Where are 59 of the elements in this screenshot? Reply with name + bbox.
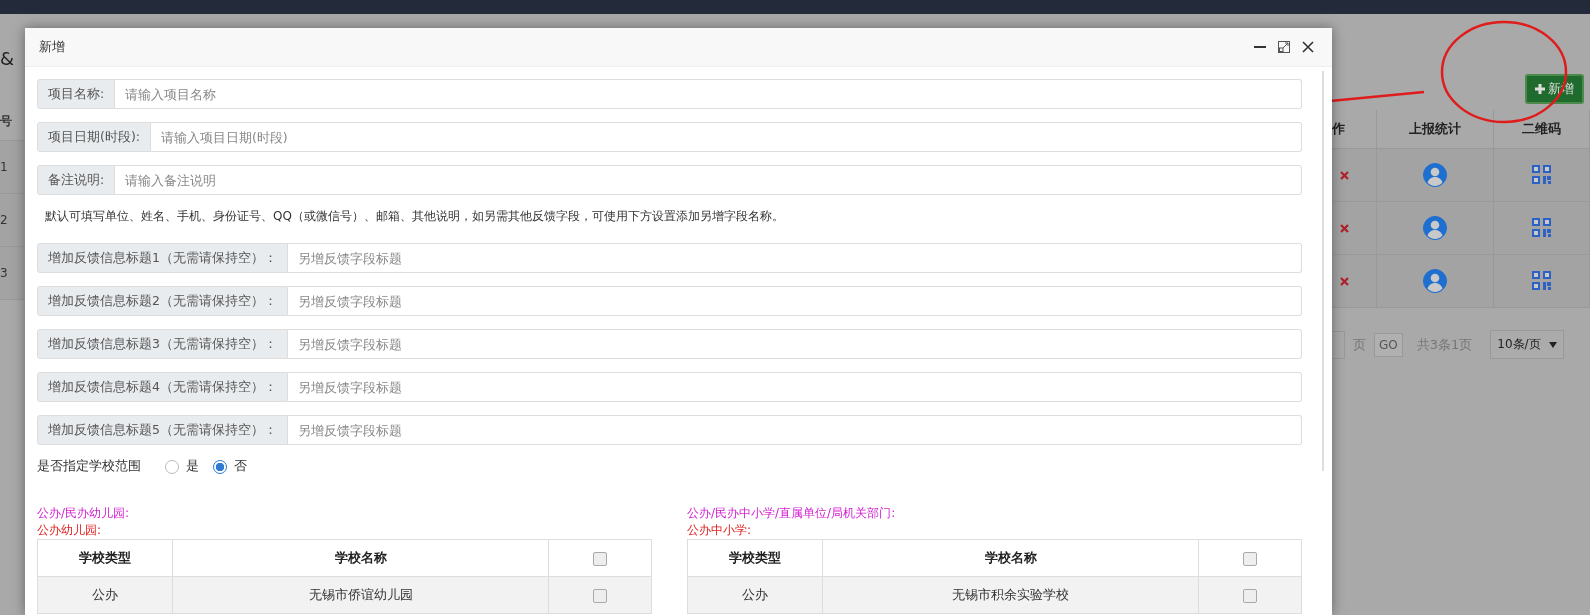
table-header-cell: 学校名称 bbox=[172, 539, 549, 577]
dialog-title: 新增 bbox=[39, 38, 65, 56]
school-subcategory-label: 公办幼儿园: bbox=[37, 522, 103, 539]
table-cell: 2 bbox=[0, 194, 24, 247]
select-all-checkbox[interactable] bbox=[593, 551, 607, 566]
qr-code-icon[interactable] bbox=[1531, 271, 1552, 291]
input-field[interactable]: 另增反馈字段标题 bbox=[287, 243, 1302, 273]
table-header-cell: 上报统计 bbox=[1377, 110, 1494, 148]
delete-icon[interactable] bbox=[1340, 223, 1349, 233]
table-header-cell: 学校类型 bbox=[687, 539, 823, 577]
field-label: 增加反馈信息标题5（无需请保持空）： bbox=[37, 415, 288, 445]
table-cell: 3 bbox=[0, 247, 24, 300]
select-all-checkbox[interactable] bbox=[1243, 551, 1257, 566]
radio-option[interactable]: 是 bbox=[165, 458, 199, 475]
field-label: 项目日期(时段): bbox=[37, 122, 151, 152]
field-label: 增加反馈信息标题2（无需请保持空）： bbox=[37, 286, 288, 316]
input-field[interactable]: 另增反馈字段标题 bbox=[287, 329, 1302, 359]
field-label: 备注说明: bbox=[37, 165, 116, 195]
field-label: 增加反馈信息标题3（无需请保持空）： bbox=[37, 329, 288, 359]
instruction-text: 默认可填写单位、姓名、手机、身份证号、QQ（或微信号）、邮箱、其他说明，如另需其他反馈字段，可使用下方设置添加另增字段名称。 bbox=[45, 208, 785, 225]
qr-code-icon[interactable] bbox=[1531, 165, 1552, 185]
input-field[interactable]: 请输入项目日期(时段) bbox=[150, 122, 1302, 152]
row-checkbox[interactable] bbox=[593, 588, 607, 603]
page-title-fragment: & bbox=[0, 48, 16, 71]
field-label: 项目名称: bbox=[37, 79, 116, 109]
school-category-label: 公办/民办中小学/直属单位/局机关部门: bbox=[687, 505, 897, 522]
qr-code-icon[interactable] bbox=[1531, 218, 1552, 238]
user-icon[interactable] bbox=[1422, 268, 1448, 294]
input-field[interactable]: 另增反馈字段标题 bbox=[287, 415, 1302, 445]
table-header-cell: 学校名称 bbox=[822, 539, 1199, 577]
close-icon[interactable] bbox=[1302, 41, 1314, 53]
table-cell: 公办 bbox=[37, 576, 173, 614]
plus-icon bbox=[1535, 84, 1545, 94]
table-header-cell-text: 二维码 bbox=[1521, 120, 1562, 138]
input-field[interactable]: 另增反馈字段标题 bbox=[287, 372, 1302, 402]
user-icon[interactable] bbox=[1422, 162, 1448, 188]
scrollbar[interactable] bbox=[1322, 71, 1324, 471]
field-label: 增加反馈信息标题4（无需请保持空）： bbox=[37, 372, 288, 402]
table-cell: 无锡市侨谊幼儿园 bbox=[172, 576, 549, 614]
school-scope-label: 是否指定学校范围 bbox=[37, 458, 141, 475]
school-category-label: 公办/民办幼儿园: bbox=[37, 505, 131, 522]
go-button[interactable]: GO bbox=[1374, 332, 1403, 357]
field-label: 增加反馈信息标题1（无需请保持空）： bbox=[37, 243, 288, 273]
table-cell: 1 bbox=[0, 141, 24, 194]
input-field[interactable]: 请输入项目名称 bbox=[115, 79, 1302, 109]
input-field[interactable]: 另增反馈字段标题 bbox=[287, 286, 1302, 316]
user-icon[interactable] bbox=[1422, 215, 1448, 241]
dropdown-caret-icon bbox=[1548, 342, 1557, 348]
school-subcategory-label: 公办中小学: bbox=[687, 522, 753, 539]
table-cell: 无锡市积余实验学校 bbox=[822, 576, 1199, 614]
table-header-cell: 学校类型 bbox=[37, 539, 173, 577]
radio-option[interactable]: 否 bbox=[213, 458, 247, 475]
delete-icon[interactable] bbox=[1340, 276, 1349, 286]
maximize-icon[interactable] bbox=[1278, 41, 1290, 53]
table-cell: 公办 bbox=[687, 576, 823, 614]
delete-icon[interactable] bbox=[1340, 170, 1349, 180]
input-field[interactable]: 请输入备注说明 bbox=[115, 165, 1302, 195]
row-checkbox[interactable] bbox=[1243, 588, 1257, 603]
page-size-dropdown[interactable]: 10条/页 bbox=[1490, 330, 1564, 359]
